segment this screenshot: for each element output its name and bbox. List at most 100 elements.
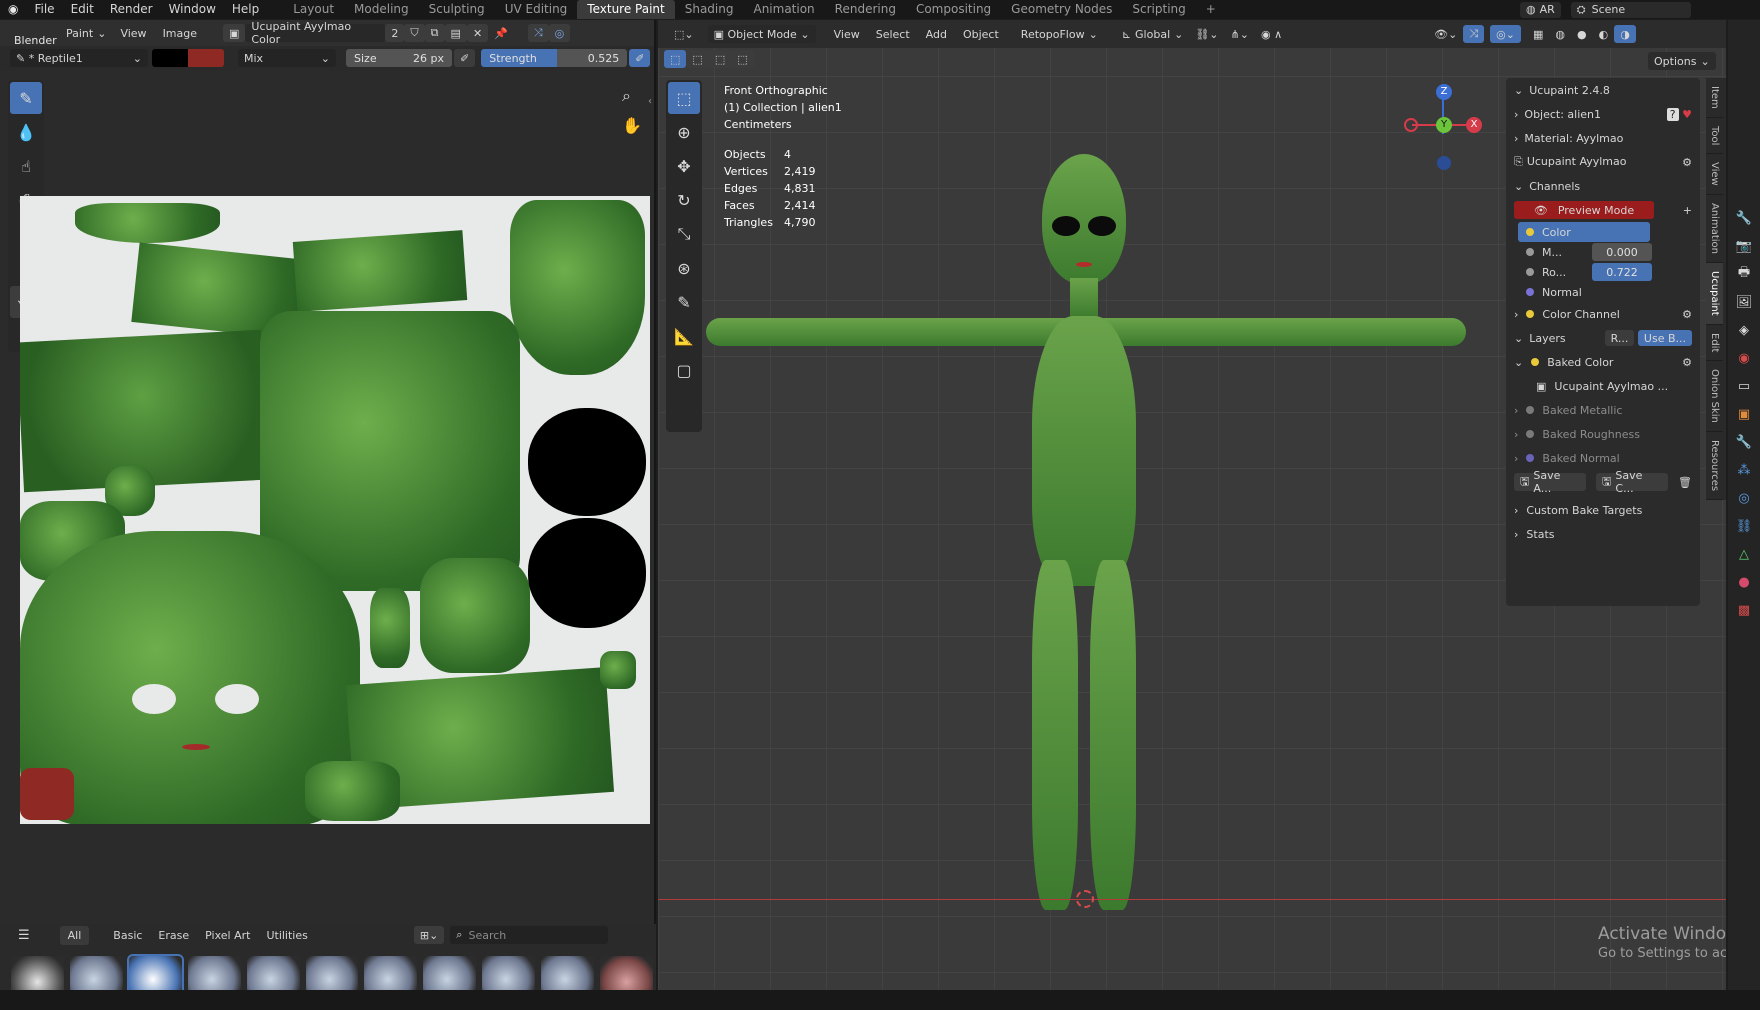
data-icon[interactable]: △ <box>1732 542 1756 566</box>
side-tab-resources[interactable]: Resources <box>1706 432 1723 500</box>
unlink-image-icon[interactable]: ✕ <box>466 24 489 42</box>
collapse-arrow-icon[interactable]: ‹ <box>648 96 652 107</box>
menu-help[interactable]: Help <box>224 0 267 19</box>
blend-mode-dropdown[interactable]: Mix ⌄ <box>238 49 336 67</box>
side-tab-item[interactable]: Item <box>1706 78 1723 118</box>
brush-category-basic[interactable]: Basic <box>105 926 150 945</box>
custom-bake-targets-row[interactable]: › Custom Bake Targets <box>1506 498 1700 522</box>
tab-modeling[interactable]: Modeling <box>344 0 419 19</box>
side-tab-ucupaint[interactable]: Ucupaint <box>1706 262 1723 325</box>
node-row[interactable]: ⎘ Ucupaint Ayylmao ⚙ <box>1506 150 1700 174</box>
texture-icon[interactable]: ▩ <box>1732 598 1756 622</box>
brush-category-all[interactable]: All <box>59 925 90 945</box>
tab-sculpting[interactable]: Sculpting <box>419 0 495 19</box>
save-all-button[interactable]: 🖫 Save A... <box>1514 469 1586 495</box>
image-menu[interactable]: Image <box>155 24 205 43</box>
layers-refresh-button[interactable]: R... <box>1604 330 1635 346</box>
tab-rendering[interactable]: Rendering <box>825 0 906 19</box>
side-tab-onion-skin[interactable]: Onion Skin <box>1706 361 1723 432</box>
channel-roughness[interactable]: Ro... 0.722 <box>1518 262 1700 282</box>
gear-icon[interactable]: ⚙ <box>1682 156 1692 169</box>
blender-logo-icon[interactable]: ◉ <box>0 0 26 19</box>
image-users-count[interactable]: 2 <box>385 24 405 42</box>
stats-row[interactable]: › Stats <box>1506 522 1700 546</box>
layer-baked-color[interactable]: ⌄ Baked Color ⚙ <box>1506 350 1700 374</box>
tab-compositing[interactable]: Compositing <box>906 0 1001 19</box>
save-current-button[interactable]: 🖫 Save C... <box>1596 469 1669 495</box>
menu-edit[interactable]: Edit <box>63 0 102 19</box>
primary-color-swatch[interactable] <box>152 49 188 67</box>
metallic-value[interactable]: 0.000 <box>1592 243 1652 261</box>
side-tab-tool[interactable]: Tool <box>1706 118 1723 155</box>
physics-icon[interactable]: ◎ <box>1732 486 1756 510</box>
gear-icon[interactable]: ⚙ <box>1682 308 1692 321</box>
tab-shading[interactable]: Shading <box>675 0 744 19</box>
fake-user-icon[interactable]: ⛉ <box>404 24 425 42</box>
menu-file[interactable]: File <box>26 0 62 19</box>
menu-render[interactable]: Render <box>102 0 161 19</box>
brush-search-input[interactable]: ⌕ Search <box>450 926 609 944</box>
side-tab-edit[interactable]: Edit <box>1706 325 1723 361</box>
constraints-icon[interactable]: ⛓ <box>1732 514 1756 538</box>
tab-animation[interactable]: Animation <box>743 0 824 19</box>
layer-baked-roughness[interactable]: › Baked Roughness <box>1506 422 1700 446</box>
tool-settings-icon[interactable]: 🔧 <box>1732 206 1756 230</box>
zoom-icon[interactable]: ⌕ <box>622 86 631 106</box>
render-icon[interactable]: 📷 <box>1732 234 1756 258</box>
strength-slider[interactable]: Strength 0.525 <box>481 49 628 67</box>
open-image-icon[interactable]: ▤ <box>444 24 467 42</box>
scene-selector[interactable]: ⛭ Scene <box>1570 1 1691 18</box>
output-icon[interactable]: 🖶 <box>1732 262 1756 286</box>
strength-pressure-icon[interactable]: ✐ <box>629 49 651 67</box>
smear-tool-icon[interactable]: ☝ <box>10 150 42 182</box>
hamburger-menu-icon[interactable]: ☰ <box>18 928 30 943</box>
layer-baked-normal[interactable]: › Baked Normal <box>1506 446 1700 470</box>
gear-icon[interactable]: ⚙ <box>1682 356 1692 369</box>
language-selector[interactable]: ◍ AR <box>1520 1 1561 18</box>
tab-scripting[interactable]: Scripting <box>1122 0 1195 19</box>
particles-icon[interactable]: ⁂ <box>1732 458 1756 482</box>
secondary-color-swatch[interactable] <box>188 49 224 67</box>
ucupaint-title[interactable]: ⌄ Ucupaint 2.4.8 <box>1506 78 1700 102</box>
brush-category-pixel-art[interactable]: Pixel Art <box>197 926 258 945</box>
texture-canvas[interactable] <box>20 196 650 824</box>
view-layer-icon[interactable]: 🖼 <box>1732 290 1756 314</box>
draw-brush-icon[interactable]: ✎ <box>10 82 42 114</box>
add-workspace-button[interactable]: + <box>1196 0 1226 19</box>
material-row[interactable]: › Material: Ayylmao <box>1506 126 1700 150</box>
add-channel-icon[interactable]: + <box>1683 204 1692 217</box>
brush-category-utilities[interactable]: Utilities <box>258 926 315 945</box>
world-icon[interactable]: ◉ <box>1732 346 1756 370</box>
image-browse-button[interactable]: ▣ <box>223 24 246 42</box>
help-icon[interactable]: ? <box>1666 107 1679 121</box>
image-name-field[interactable]: Ucupaint Ayylmao Color <box>245 20 386 46</box>
size-slider[interactable]: Size 26 px <box>346 49 452 67</box>
material-icon[interactable]: ● <box>1732 570 1756 594</box>
heart-icon[interactable]: ♥ <box>1682 108 1692 121</box>
object-row[interactable]: › Object: alien1? ♥ <box>1506 102 1700 126</box>
collection-icon[interactable]: ▭ <box>1732 374 1756 398</box>
tab-texture-paint[interactable]: Texture Paint <box>577 0 675 19</box>
layers-header[interactable]: ⌄ Layers R... Use B... <box>1506 326 1700 350</box>
tab-uv-editing[interactable]: UV Editing <box>495 0 578 19</box>
pin-icon[interactable]: 📌 <box>488 24 514 42</box>
display-size-icon[interactable]: ⊞⌄ <box>413 926 445 944</box>
trash-icon[interactable]: 🗑 <box>1678 476 1692 489</box>
view-menu[interactable]: View <box>112 24 154 43</box>
side-tab-animation[interactable]: Animation <box>1706 195 1723 263</box>
paint-mode-menu[interactable]: Paint ⌄ <box>60 24 112 42</box>
channels-header[interactable]: ⌄ Channels <box>1506 174 1700 198</box>
pan-hand-icon[interactable]: ✋ <box>622 116 642 135</box>
channel-normal[interactable]: Normal <box>1518 282 1700 302</box>
3d-cursor-icon[interactable] <box>1076 890 1094 908</box>
uv-sync-icon[interactable]: ⤨ <box>527 24 549 42</box>
use-baked-button[interactable]: Use B... <box>1637 330 1692 346</box>
layer-baked-metallic[interactable]: › Baked Metallic <box>1506 398 1700 422</box>
side-tab-view[interactable]: View <box>1706 154 1723 195</box>
layer-image-row[interactable]: ▣ Ucupaint Ayylmao ... <box>1506 374 1700 398</box>
brush-selector[interactable]: ✎ * Reptile1 ⌄ <box>10 49 148 67</box>
duplicate-image-icon[interactable]: ⧉ <box>424 24 445 42</box>
channel-color[interactable]: Color <box>1518 222 1650 242</box>
modifier-icon[interactable]: 🔧 <box>1732 430 1756 454</box>
menu-window[interactable]: Window <box>161 0 224 19</box>
